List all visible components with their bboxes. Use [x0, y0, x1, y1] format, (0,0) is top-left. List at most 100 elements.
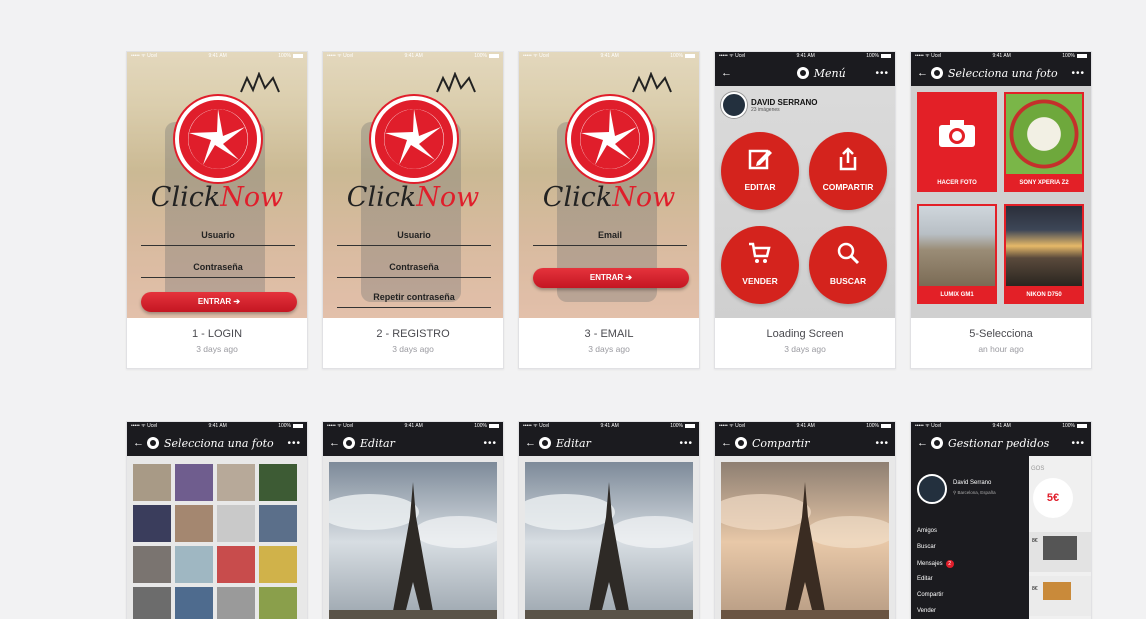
more-icon[interactable]: ••• [287, 438, 301, 449]
battery-text: 100% [866, 53, 879, 59]
photo-thumb[interactable] [175, 546, 213, 583]
photo-thumb[interactable] [133, 546, 171, 583]
card-manage-orders[interactable]: ••••• ᯤ Ucel 9:41 AM 100% ← Gestionar pe… [910, 421, 1092, 619]
photo-thumb[interactable] [133, 505, 171, 542]
more-icon[interactable]: ••• [483, 438, 497, 449]
email-field[interactable]: Email [533, 230, 687, 246]
more-icon[interactable]: ••• [1071, 438, 1085, 449]
more-icon[interactable]: ••• [1071, 68, 1085, 79]
password-field[interactable]: Contraseña [337, 262, 491, 278]
card-select-photo-grid[interactable]: ••••• ᯤ Ucel 9:41 AM 100% ← Selecciona u… [126, 421, 308, 619]
photo-thumb[interactable] [217, 587, 255, 619]
city-photo [919, 206, 995, 286]
tile-lumix[interactable]: LUMIX GM1 [917, 204, 997, 304]
user-name: DAVID SERRANO [751, 97, 818, 107]
photo-thumb[interactable] [217, 546, 255, 583]
brand-wordmark: ClickNow [542, 182, 676, 213]
back-arrow-icon[interactable]: ← [917, 67, 931, 79]
tile-take-photo[interactable]: HACER FOTO [917, 92, 997, 192]
screen-preview: ••••• ᯤ Ucel 9:41 AM 100% ClickNow Usuar… [127, 52, 307, 318]
more-icon[interactable]: ••• [875, 438, 889, 449]
card-caption: 1 - LOGIN 3 days ago [127, 318, 307, 368]
search-button[interactable]: BUSCAR [809, 226, 887, 304]
app-logo-icon [931, 437, 943, 449]
tile-nikon[interactable]: NIKON D750 [1004, 204, 1084, 304]
card-selecciona[interactable]: ••••• ᯤ Ucel 9:41 AM 100% ← Selecciona u… [910, 51, 1092, 369]
battery-text: 100% [474, 423, 487, 429]
share-button[interactable]: COMPARTIR [809, 132, 887, 210]
tile-sony-xperia[interactable]: SONY XPERIA Z2 [1004, 92, 1084, 192]
battery-icon [292, 53, 303, 58]
card-title: 3 - EMAIL [584, 328, 634, 340]
drawer-item-sell[interactable]: Vender [917, 608, 936, 614]
app-logo-icon [539, 437, 551, 449]
battery-icon [1076, 53, 1087, 58]
photo-thumb[interactable] [133, 587, 171, 619]
battery-text: 100% [670, 423, 683, 429]
carrier-text: ••••• ᯤ Ucel [523, 53, 550, 59]
photo-thumb[interactable] [175, 587, 213, 619]
drawer-item-messages[interactable]: Mensajes 2 [917, 560, 954, 568]
card-loading-screen[interactable]: ••••• ᯤ Ucel 9:41 AM 100% ← Menú ••• DAV… [714, 51, 896, 369]
drawer-item-share[interactable]: Compartir [917, 592, 943, 598]
avatar [917, 474, 947, 504]
drawer-item-edit[interactable]: Editar [917, 576, 933, 582]
app-logo-icon [343, 437, 355, 449]
status-bar: ••••• ᯤ Ucel 9:41 AM 100% [127, 422, 307, 430]
share-icon [809, 146, 887, 177]
drawer-item-friends[interactable]: Amigos [917, 528, 937, 534]
edit-button[interactable]: EDITAR [721, 132, 799, 210]
back-arrow-icon[interactable]: ← [917, 437, 931, 449]
battery-icon [880, 423, 891, 428]
photo-thumb[interactable] [175, 464, 213, 501]
card-title: Loading Screen [766, 328, 844, 340]
card-share[interactable]: ••••• ᯤ Ucel 9:41 AM 100% ← Compartir ••… [714, 421, 896, 619]
card-email[interactable]: ••••• ᯤ Ucel 9:41 AM 100% ClickNow Email… [518, 51, 700, 369]
enter-button[interactable]: ENTRAR ➔ [533, 268, 689, 288]
username-field[interactable]: Usuario [337, 230, 491, 246]
back-arrow-icon[interactable]: ← [525, 437, 539, 449]
username-field[interactable]: Usuario [141, 230, 295, 246]
drawer-item-search[interactable]: Buscar [917, 544, 936, 550]
photo-thumb[interactable] [217, 464, 255, 501]
battery-icon [684, 423, 695, 428]
password-field[interactable]: Contraseña [141, 262, 295, 278]
enter-button[interactable]: ENTRAR ➔ [141, 292, 297, 312]
photo-thumb[interactable] [133, 464, 171, 501]
back-arrow-icon[interactable]: ← [329, 437, 343, 449]
battery-text: 100% [278, 423, 291, 429]
eiffel-photo [329, 462, 497, 619]
back-arrow-icon[interactable]: ← [721, 67, 735, 79]
screen-title: Menú [813, 66, 846, 80]
card-edit-2[interactable]: ••••• ᯤ Ucel 9:41 AM 100% ← Editar ••• [518, 421, 700, 619]
screen-preview: ••••• ᯤ Ucel 9:41 AM 100% ← Compartir ••… [715, 422, 895, 619]
clock-text: 9:41 AM [600, 53, 619, 59]
repeat-password-field[interactable]: Repetir contraseña [337, 292, 491, 308]
photo-thumb[interactable] [259, 587, 297, 619]
card-title: 1 - LOGIN [191, 328, 243, 340]
brand-wordmark: ClickNow [150, 182, 284, 213]
back-arrow-icon[interactable]: ← [133, 437, 147, 449]
photo-thumb[interactable] [259, 505, 297, 542]
card-edit-1[interactable]: ••••• ᯤ Ucel 9:41 AM 100% ← Editar ••• [322, 421, 504, 619]
photo-thumb[interactable] [259, 546, 297, 583]
user-subtitle: 23 imágenes [751, 106, 780, 113]
photo-thumb[interactable] [259, 464, 297, 501]
battery-text: 100% [474, 53, 487, 59]
back-arrow-icon[interactable]: ← [721, 437, 735, 449]
card-title: 5-Selecciona [969, 328, 1033, 340]
photo-thumb[interactable] [175, 505, 213, 542]
avatar [721, 92, 747, 118]
more-icon[interactable]: ••• [679, 438, 693, 449]
order-row[interactable]: 8€ [1029, 576, 1091, 616]
order-row[interactable]: 8€ [1029, 532, 1091, 572]
more-icon[interactable]: ••• [876, 68, 890, 79]
card-login[interactable]: ••••• ᯤ Ucel 9:41 AM 100% ClickNow Usuar… [126, 51, 308, 369]
card-registro[interactable]: ••••• ᯤ Ucel 9:41 AM 100% ClickNow Usuar… [322, 51, 504, 369]
clock-text: 9:41 AM [404, 53, 423, 59]
card-caption: Loading Screen 3 days ago [715, 318, 895, 368]
carrier-text: ••••• ᯤ Ucel [523, 423, 550, 429]
battery-text: 100% [670, 53, 683, 59]
sell-button[interactable]: VENDER [721, 226, 799, 304]
photo-thumb[interactable] [217, 505, 255, 542]
